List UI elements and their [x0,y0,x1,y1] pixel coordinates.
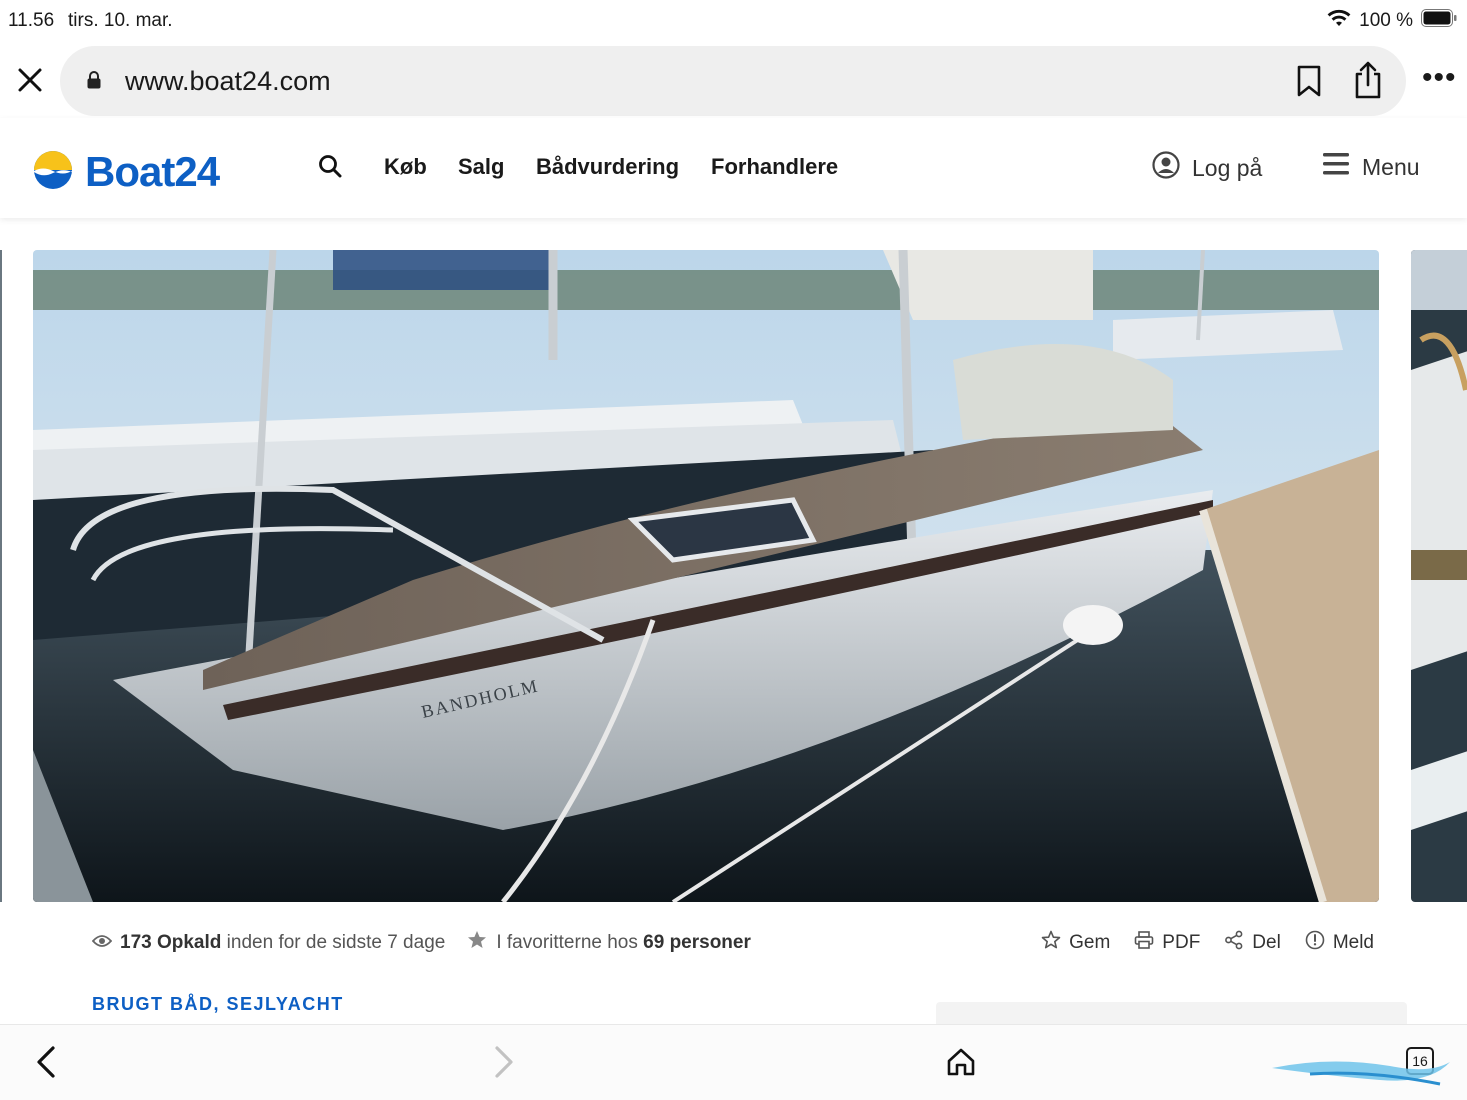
lock-icon [86,70,102,95]
url-text[interactable]: www.boat24.com [125,66,331,97]
save-button[interactable]: Gem [1041,930,1110,956]
more-icon[interactable]: ••• [1422,63,1457,93]
battery-percent: 100 % [1359,10,1413,31]
address-bar[interactable]: www.boat24.com [60,46,1406,116]
browser-toolbar: 16 [0,1024,1467,1100]
site-header: Boat24 Køb Salg Bådvurdering Forhandlere… [0,118,1467,218]
nav-valuation[interactable]: Bådvurdering [536,154,679,180]
share-label: Del [1252,932,1281,953]
status-right: 100 % [1327,9,1457,33]
share-icon[interactable] [1352,60,1384,105]
fav-prefix: I favoritterne hos [496,932,638,953]
star-outline-icon [1041,930,1061,956]
logo-wordmark: Boat24 [85,148,220,195]
forward-icon [492,1045,516,1084]
views-label: Opkald [156,932,222,953]
login-label: Log på [1192,154,1263,181]
home-icon[interactable] [946,1047,976,1082]
fav-count: 69 personer [643,932,751,953]
watermark-logo [1270,1056,1460,1093]
report-button[interactable]: Meld [1305,930,1374,956]
close-icon[interactable] [14,64,46,96]
login-button[interactable]: Log på [1152,151,1262,185]
save-label: Gem [1069,932,1111,953]
logo[interactable]: Boat24 [33,148,220,196]
wifi-icon [1327,9,1351,33]
nav-sell[interactable]: Salg [458,154,504,180]
status-date: tirs. 10. mar. [68,10,173,31]
views-suffix: inden for de sidste 7 dage [226,932,446,953]
logo-sun-icon [33,150,73,195]
bookmark-icon[interactable] [1294,64,1324,103]
printer-icon [1134,930,1154,956]
listing-category: BRUGT BÅD, SEJLYACHT [92,994,344,1014]
photo-prev-peek[interactable] [0,250,2,902]
pdf-button[interactable]: PDF [1134,930,1200,956]
battery-icon [1421,9,1457,33]
user-icon [1152,151,1180,185]
eye-icon [91,932,113,954]
back-icon[interactable] [34,1045,58,1084]
photo-gallery: BANDHOLM [0,218,1467,918]
pdf-label: PDF [1162,932,1201,953]
nav-buy[interactable]: Køb [384,154,427,180]
boat-photo[interactable]: BANDHOLM [33,250,1379,902]
status-bar: 11.56 tirs. 10. mar. 100 % [0,0,1467,44]
listing-stats: 173 Opkald inden for de sidste 7 dage I … [91,930,751,956]
search-icon[interactable] [318,154,342,183]
star-filled-icon [467,930,487,956]
listing-actions: Gem PDF Del Meld [1041,930,1374,956]
share-nodes-icon [1224,930,1244,956]
menu-label: Menu [1362,153,1420,180]
views-count: 173 [120,932,152,953]
share-listing-button[interactable]: Del [1224,930,1281,956]
alert-icon [1305,930,1325,956]
report-label: Meld [1332,932,1374,953]
menu-button[interactable]: Menu [1322,151,1420,183]
status-time: 11.56 [8,10,55,31]
hamburger-icon [1322,151,1350,183]
nav-dealers[interactable]: Forhandlere [711,154,838,180]
photo-next-peek[interactable] [1411,250,1467,902]
